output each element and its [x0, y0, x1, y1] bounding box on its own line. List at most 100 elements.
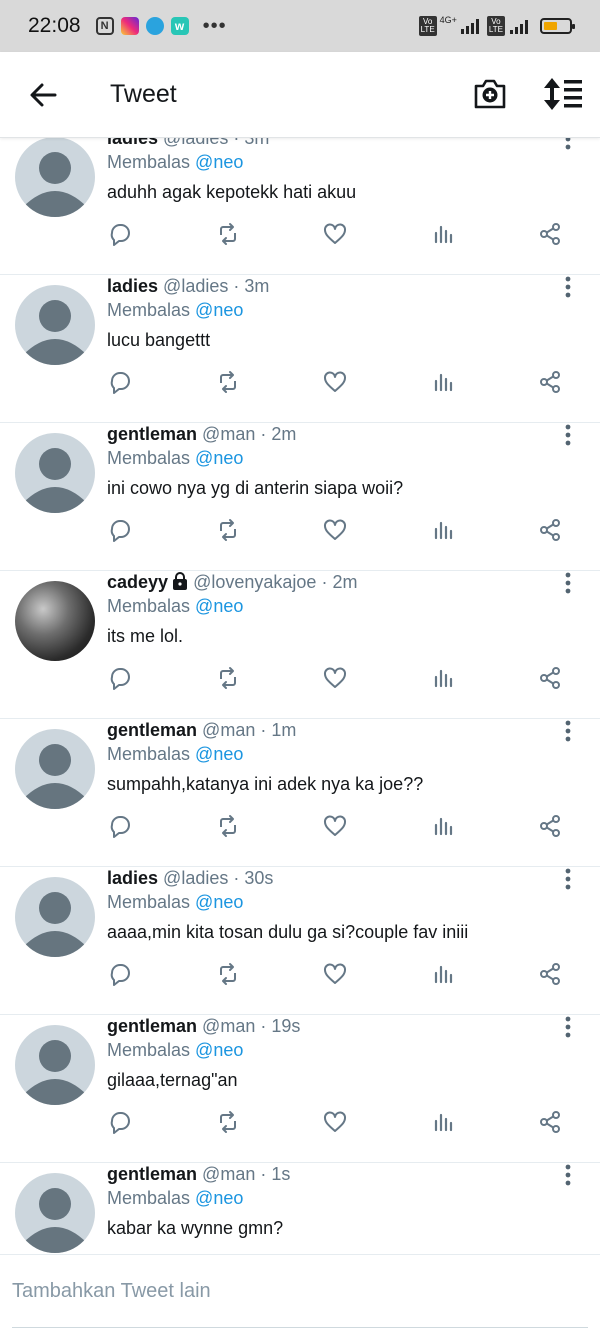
avatar[interactable]	[15, 877, 95, 957]
reply-icon[interactable]	[108, 666, 132, 690]
camera-add-icon[interactable]	[472, 76, 508, 112]
separator: ·	[228, 868, 245, 888]
reply-icon[interactable]	[108, 962, 132, 986]
tweet-item[interactable]: ladies @ladies · 3m Membalas @neo aduhh ag…	[0, 137, 600, 275]
retweet-icon[interactable]	[216, 370, 240, 394]
sort-icon[interactable]	[543, 76, 583, 112]
like-icon[interactable]	[323, 370, 347, 394]
more-options-icon[interactable]	[558, 1015, 578, 1039]
share-icon[interactable]	[538, 962, 562, 986]
like-icon[interactable]	[323, 814, 347, 838]
avatar[interactable]	[15, 137, 95, 217]
avatar[interactable]	[15, 1173, 95, 1253]
share-icon[interactable]	[538, 814, 562, 838]
instagram-icon	[120, 17, 139, 35]
compose-input[interactable]: Tambahkan Tweet lain	[12, 1280, 211, 1303]
analytics-icon[interactable]	[431, 370, 455, 394]
tweet-item[interactable]: ladies @ladies · 30s Membalas @neo aaaa,mi…	[0, 867, 600, 1015]
analytics-icon[interactable]	[431, 814, 455, 838]
retweet-icon[interactable]	[216, 962, 240, 986]
analytics-icon[interactable]	[431, 518, 455, 542]
analytics-icon[interactable]	[431, 962, 455, 986]
like-icon[interactable]	[323, 666, 347, 690]
retweet-icon[interactable]	[216, 518, 240, 542]
avatar[interactable]	[15, 729, 95, 809]
like-icon[interactable]	[323, 518, 347, 542]
avatar[interactable]	[15, 581, 95, 661]
reply-icon[interactable]	[108, 1110, 132, 1134]
avatar[interactable]	[15, 433, 95, 513]
analytics-icon[interactable]	[431, 666, 455, 690]
more-options-icon[interactable]	[558, 1163, 578, 1187]
tweet-header: ladies @ladies · 3m	[107, 275, 269, 297]
battery-icon	[540, 18, 575, 34]
display-name[interactable]: gentleman	[107, 1016, 197, 1036]
signal-icon	[459, 18, 479, 34]
like-icon[interactable]	[323, 222, 347, 246]
tweet-text: lucu bangettt	[107, 330, 211, 350]
retweet-icon[interactable]	[216, 814, 240, 838]
display-name[interactable]: gentleman	[107, 720, 197, 740]
back-arrow-icon[interactable]	[28, 80, 58, 110]
display-name[interactable]: ladies	[107, 276, 158, 296]
avatar[interactable]	[15, 285, 95, 365]
reply-context: Membalas @neo	[107, 1187, 243, 1209]
mention-link[interactable]: @neo	[195, 892, 243, 912]
reply-icon[interactable]	[108, 814, 132, 838]
reply-icon[interactable]	[108, 518, 132, 542]
tweet-item[interactable]: gentleman @man · 1s Membalas @neo kabar ka…	[0, 1163, 600, 1254]
mention-link[interactable]: @neo	[195, 596, 243, 616]
display-name[interactable]: gentleman	[107, 424, 197, 444]
display-name[interactable]: ladies	[107, 868, 158, 888]
reply-prefix: Membalas	[107, 596, 191, 616]
mention-link[interactable]: @neo	[195, 300, 243, 320]
reply-list[interactable]: ladies @ladies · 3m Membalas @neo aduhh ag…	[0, 137, 600, 1254]
compose-bar[interactable]: Tambahkan Tweet lain	[0, 1254, 600, 1334]
top-app-bar: Tweet	[0, 52, 600, 138]
display-name[interactable]: gentleman	[107, 1164, 197, 1184]
more-options-icon[interactable]	[558, 867, 578, 891]
analytics-icon[interactable]	[431, 1110, 455, 1134]
separator: ·	[228, 137, 245, 148]
retweet-icon[interactable]	[216, 1110, 240, 1134]
tweet-actions	[0, 518, 600, 542]
timestamp: 1m	[271, 720, 297, 740]
share-icon[interactable]	[538, 370, 562, 394]
share-icon[interactable]	[538, 222, 562, 246]
mention-link[interactable]: @neo	[195, 152, 243, 172]
avatar[interactable]	[15, 1025, 95, 1105]
retweet-icon[interactable]	[216, 222, 240, 246]
tweet-text: kabar ka wynne gmn?	[107, 1218, 284, 1238]
more-options-icon[interactable]	[558, 571, 578, 595]
tweet-item[interactable]: ladies @ladies · 3m Membalas @neo lucu ban…	[0, 275, 600, 423]
mention-link[interactable]: @neo	[195, 1188, 243, 1208]
mention-link[interactable]: @neo	[195, 448, 243, 468]
more-options-icon[interactable]	[558, 275, 578, 299]
share-icon[interactable]	[538, 518, 562, 542]
more-options-icon[interactable]	[558, 719, 578, 743]
reply-icon[interactable]	[108, 222, 132, 246]
tweet-text: aaaa,min kita tosan dulu ga si?couple fa…	[107, 922, 469, 942]
display-name[interactable]: ladies	[107, 137, 158, 148]
tweet-item[interactable]: gentleman @man · 1m Membalas @neo sumpahh,…	[0, 719, 600, 867]
retweet-icon[interactable]	[216, 666, 240, 690]
tweet-item[interactable]: cadeyy @lovenyakajoe · 2m Membalas @neo it…	[0, 571, 600, 719]
analytics-icon[interactable]	[431, 222, 455, 246]
webtoon-icon: w	[170, 17, 189, 35]
like-icon[interactable]	[323, 1110, 347, 1134]
reply-context: Membalas @neo	[107, 891, 243, 913]
more-options-icon[interactable]	[558, 137, 578, 151]
tweet-item[interactable]: gentleman @man · 19s Membalas @neo gilaaa,…	[0, 1015, 600, 1163]
tweet-header: gentleman @man · 1s	[107, 1163, 290, 1185]
mention-link[interactable]: @neo	[195, 744, 243, 764]
volte-icon: Vo LTE	[418, 16, 437, 36]
reply-icon[interactable]	[108, 370, 132, 394]
more-options-icon[interactable]	[558, 423, 578, 447]
share-icon[interactable]	[538, 1110, 562, 1134]
tweet-item[interactable]: gentleman @man · 2m Membalas @neo ini cowo…	[0, 423, 600, 571]
mention-link[interactable]: @neo	[195, 1040, 243, 1060]
share-icon[interactable]	[538, 666, 562, 690]
like-icon[interactable]	[323, 962, 347, 986]
display-name[interactable]: cadeyy	[107, 572, 168, 592]
timestamp: 3m	[244, 276, 270, 296]
